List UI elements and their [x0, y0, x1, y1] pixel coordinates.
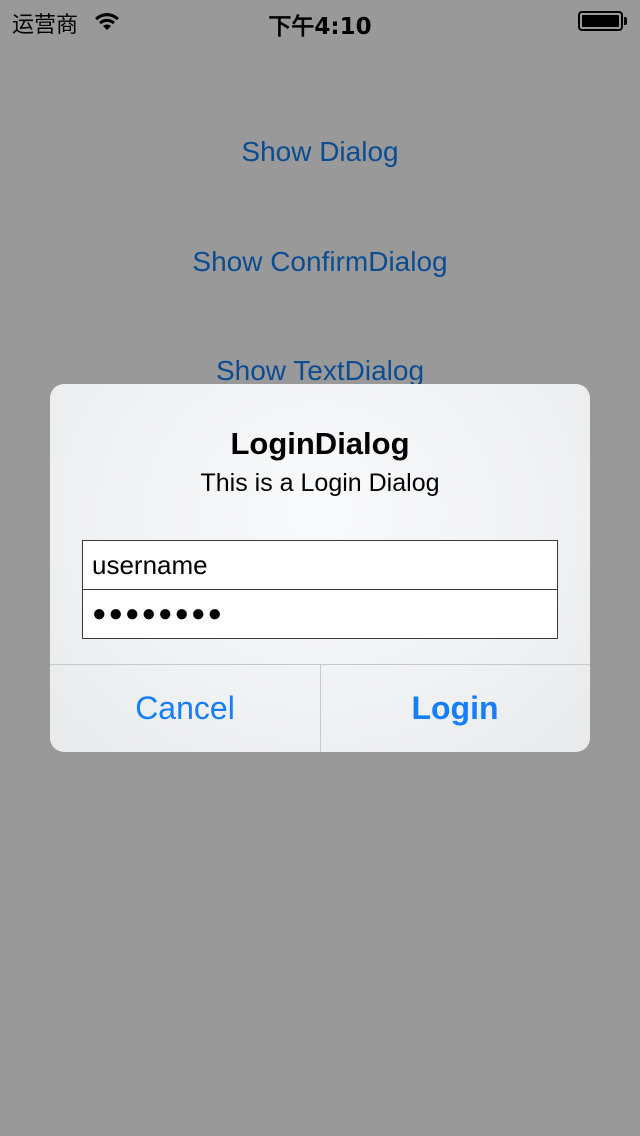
status-time: 下午4:10: [268, 14, 372, 40]
screen: 运营商 下午4:10 Show Dialog Show ConfirmDialo…: [0, 0, 640, 1136]
battery-icon: [578, 11, 628, 31]
show-text-dialog-button[interactable]: Show TextDialog: [0, 355, 640, 387]
login-dialog: LoginDialog This is a Login Dialog Cance…: [50, 384, 590, 752]
username-field[interactable]: [82, 540, 558, 590]
cancel-button[interactable]: Cancel: [50, 665, 320, 752]
login-button[interactable]: Login: [320, 665, 590, 752]
show-confirm-dialog-button[interactable]: Show ConfirmDialog: [0, 246, 640, 278]
dialog-message: This is a Login Dialog: [200, 469, 440, 497]
show-dialog-button[interactable]: Show Dialog: [0, 136, 640, 168]
status-bar: 运营商 下午4:10: [0, 0, 640, 40]
dialog-title: LoginDialog: [230, 426, 410, 461]
password-field[interactable]: [82, 589, 558, 639]
